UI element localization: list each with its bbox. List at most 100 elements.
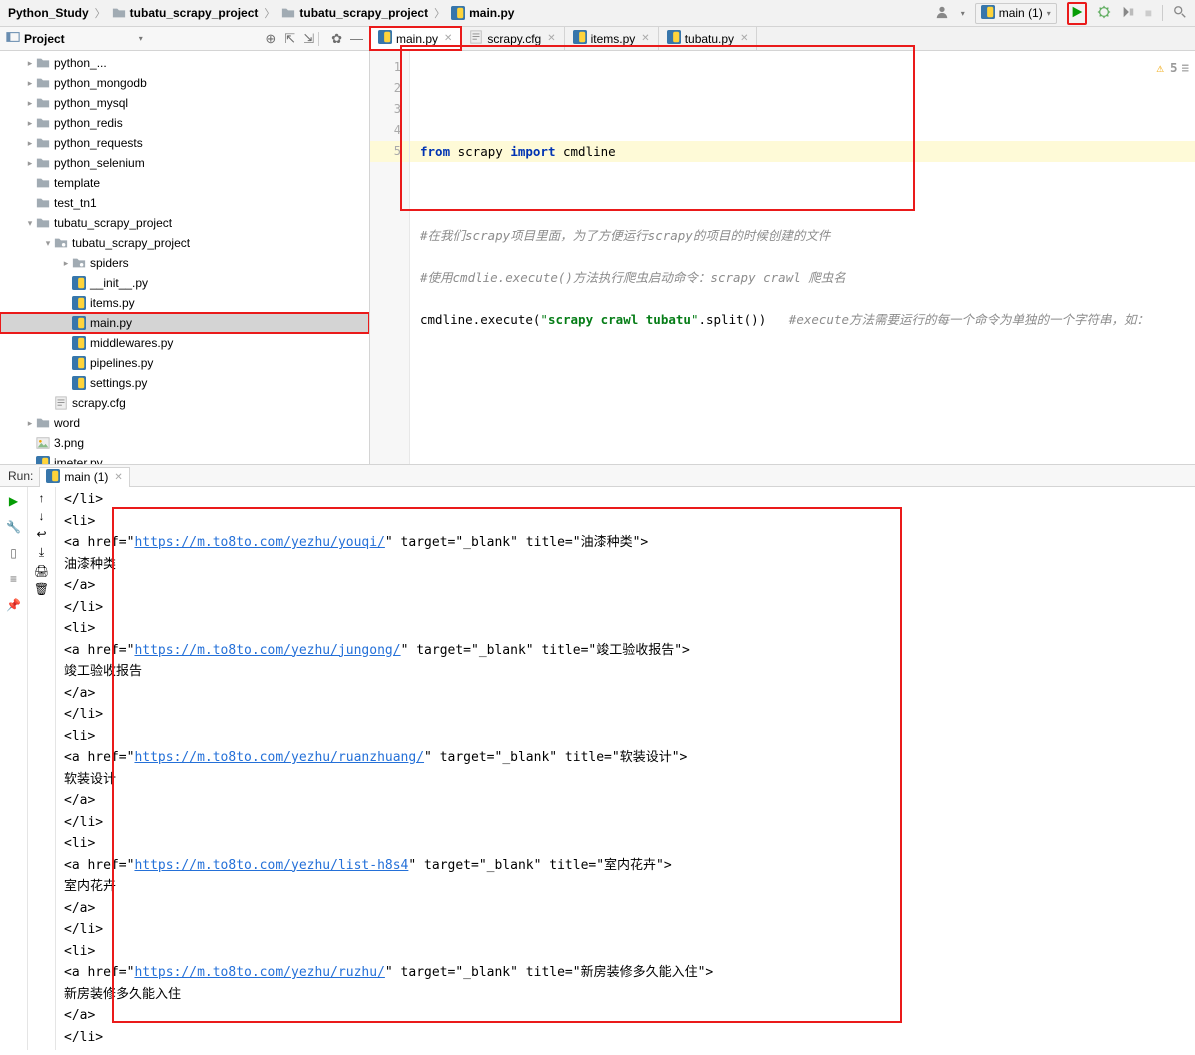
console-link[interactable]: https://m.to8to.com/yezhu/youqi/: [134, 535, 384, 550]
close-icon[interactable]: ✕: [641, 33, 649, 44]
line-number[interactable]: 4: [370, 120, 409, 141]
line-number[interactable]: 2: [370, 78, 409, 99]
console-link[interactable]: https://m.to8to.com/yezhu/ruzhu/: [134, 965, 384, 980]
tree-item-label: python_redis: [54, 116, 123, 130]
chevron-down-icon[interactable]: ▾: [139, 34, 143, 43]
close-icon[interactable]: ✕: [740, 33, 748, 44]
tree-twisty-icon[interactable]: ▸: [24, 78, 36, 89]
tree-item-python-selenium[interactable]: ▸python_selenium: [0, 153, 369, 173]
menu-icon[interactable]: ≡: [1181, 57, 1189, 78]
pause-layout-icon[interactable]: ▯: [10, 543, 17, 563]
locate-icon[interactable]: ⊕: [265, 31, 276, 47]
highlight-run: [1067, 2, 1087, 25]
minimize-icon[interactable]: —: [350, 31, 363, 46]
tree-item-test-tn1[interactable]: test_tn1: [0, 193, 369, 213]
close-icon[interactable]: ✕: [444, 33, 452, 44]
tree-twisty-icon[interactable]: ▸: [24, 158, 36, 169]
python-file-icon: [72, 316, 86, 330]
breadcrumb-file[interactable]: main.py: [469, 6, 514, 20]
run-tool-window: Run: main (1) ✕ ▶ 🔧 ▯ ≡ 📌 ↑ ↓ ↩ ⤓ 🖨 🗑 </…: [0, 465, 1195, 1050]
project-tree[interactable]: ▸python_...▸python_mongodb▸python_mysql▸…: [0, 51, 369, 464]
tree-twisty-icon[interactable]: ▸: [24, 58, 36, 69]
tree-twisty-icon[interactable]: ▾: [24, 218, 36, 229]
tree-item-3-png[interactable]: 3.png: [0, 433, 369, 453]
tree-item-tubatu-scrapy-project[interactable]: ▾tubatu_scrapy_project: [0, 233, 369, 253]
tree-twisty-icon[interactable]: ▸: [24, 418, 36, 429]
tree-item-spiders[interactable]: ▸spiders: [0, 253, 369, 273]
breadcrumb-root[interactable]: Python_Study: [8, 6, 89, 20]
tree-item-python-mysql[interactable]: ▸python_mysql: [0, 93, 369, 113]
up-button[interactable]: ↑: [39, 491, 45, 505]
search-icon[interactable]: [1173, 5, 1187, 22]
tree-twisty-icon[interactable]: ▸: [24, 138, 36, 149]
editor-tab-main-py[interactable]: main.py✕: [370, 27, 461, 50]
tree-item-jmeter-py[interactable]: jmeter.py: [0, 453, 369, 464]
line-number[interactable]: 3: [370, 99, 409, 120]
pin-output-icon[interactable]: ≡: [10, 569, 17, 589]
line-number[interactable]: 1: [370, 57, 409, 78]
workspace: Project ▾ ⊕ ⇱ ⇲ ✿ — ▸python_...▸python_m…: [0, 27, 1195, 465]
tree-item-middlewares-py[interactable]: middlewares.py: [0, 333, 369, 353]
close-icon[interactable]: ✕: [547, 33, 555, 44]
collapse-all-icon[interactable]: ⇲: [303, 31, 314, 47]
console-link[interactable]: https://m.to8to.com/yezhu/ruanzhuang/: [134, 750, 424, 765]
editor-tab-scrapy-cfg[interactable]: scrapy.cfg✕: [461, 27, 564, 50]
soft-wrap-icon[interactable]: ↩: [36, 527, 46, 541]
rerun-button[interactable]: ▶: [9, 491, 18, 511]
tree-item-label: python_requests: [54, 136, 143, 150]
project-panel-title[interactable]: Project: [24, 32, 139, 46]
breadcrumb-item-2[interactable]: tubatu_scrapy_project: [299, 6, 428, 20]
tree-twisty-icon[interactable]: ▸: [60, 258, 72, 269]
code-token: cmdline: [555, 144, 615, 159]
editor-tab-items-py[interactable]: items.py✕: [565, 27, 659, 50]
user-icon[interactable]: [935, 5, 951, 21]
close-icon[interactable]: ✕: [114, 472, 122, 483]
breadcrumb-item-1[interactable]: tubatu_scrapy_project: [130, 6, 259, 20]
line-number[interactable]: 5: [370, 141, 409, 162]
print-icon[interactable]: 🖨: [34, 564, 49, 578]
project-view-icon[interactable]: [6, 30, 20, 47]
tree-item--init-py[interactable]: __init__.py: [0, 273, 369, 293]
run-config-select[interactable]: main (1) ▾: [975, 3, 1057, 24]
expand-all-icon[interactable]: ⇱: [284, 31, 295, 47]
run-button[interactable]: [1070, 8, 1084, 22]
wrench-icon[interactable]: 🔧: [6, 517, 21, 537]
console-link[interactable]: https://m.to8to.com/yezhu/jungong/: [134, 643, 400, 658]
down-button[interactable]: ↓: [39, 509, 45, 523]
run-secondary-toolbar: ↑ ↓ ↩ ⤓ 🖨 🗑: [28, 487, 56, 1050]
tree-twisty-icon[interactable]: ▾: [42, 238, 54, 249]
stop-button[interactable]: ■: [1145, 6, 1152, 20]
python-file-icon: [378, 30, 392, 47]
tree-item-template[interactable]: template: [0, 173, 369, 193]
console-link[interactable]: https://m.to8to.com/yezhu/list-h8s4: [134, 858, 408, 873]
code-content[interactable]: ⚠ 5 ≡ from scrapy import cmdline #在我们scr…: [410, 51, 1195, 464]
tree-twisty-icon[interactable]: ▸: [24, 98, 36, 109]
scroll-end-icon[interactable]: ⤓: [39, 545, 44, 560]
editor-tab-tubatu-py[interactable]: tubatu.py✕: [659, 27, 758, 50]
tree-item-items-py[interactable]: items.py: [0, 293, 369, 313]
tree-item-settings-py[interactable]: settings.py: [0, 373, 369, 393]
tree-item-scrapy-cfg[interactable]: scrapy.cfg: [0, 393, 369, 413]
clear-icon[interactable]: 🗑: [34, 582, 49, 596]
tree-item-main-py[interactable]: main.py: [0, 313, 369, 333]
dropdown-icon[interactable]: ▾: [961, 9, 965, 18]
tree-item-tubatu-scrapy-project[interactable]: ▾tubatu_scrapy_project: [0, 213, 369, 233]
run-tab[interactable]: main (1) ✕: [39, 467, 129, 487]
console-line: 竣工验收报告: [64, 661, 1187, 683]
tree-item-python-redis[interactable]: ▸ python_redis: [0, 113, 369, 133]
folder-icon: [281, 6, 295, 20]
tree-twisty-icon[interactable]: ▸: [24, 118, 36, 129]
tree-item-word[interactable]: ▸word: [0, 413, 369, 433]
settings-icon[interactable]: ✿: [331, 31, 342, 47]
debug-button[interactable]: [1097, 5, 1111, 22]
tree-item-label: items.py: [90, 296, 135, 310]
tree-item-pipelines-py[interactable]: pipelines.py: [0, 353, 369, 373]
inspection-widget[interactable]: ⚠ 5 ≡: [1156, 57, 1189, 78]
tree-item-python-mongodb[interactable]: ▸python_mongodb: [0, 73, 369, 93]
tree-item-python-requests[interactable]: ▸ python_requests: [0, 133, 369, 153]
coverage-button[interactable]: [1121, 5, 1135, 22]
code-editor[interactable]: 12345 ⚠ 5 ≡ from scrapy import cmdline #…: [370, 51, 1195, 464]
pin-icon[interactable]: 📌: [6, 595, 21, 615]
console-output[interactable]: </li><li><a href="https://m.to8to.com/ye…: [56, 487, 1195, 1050]
tree-item-python-[interactable]: ▸python_...: [0, 53, 369, 73]
